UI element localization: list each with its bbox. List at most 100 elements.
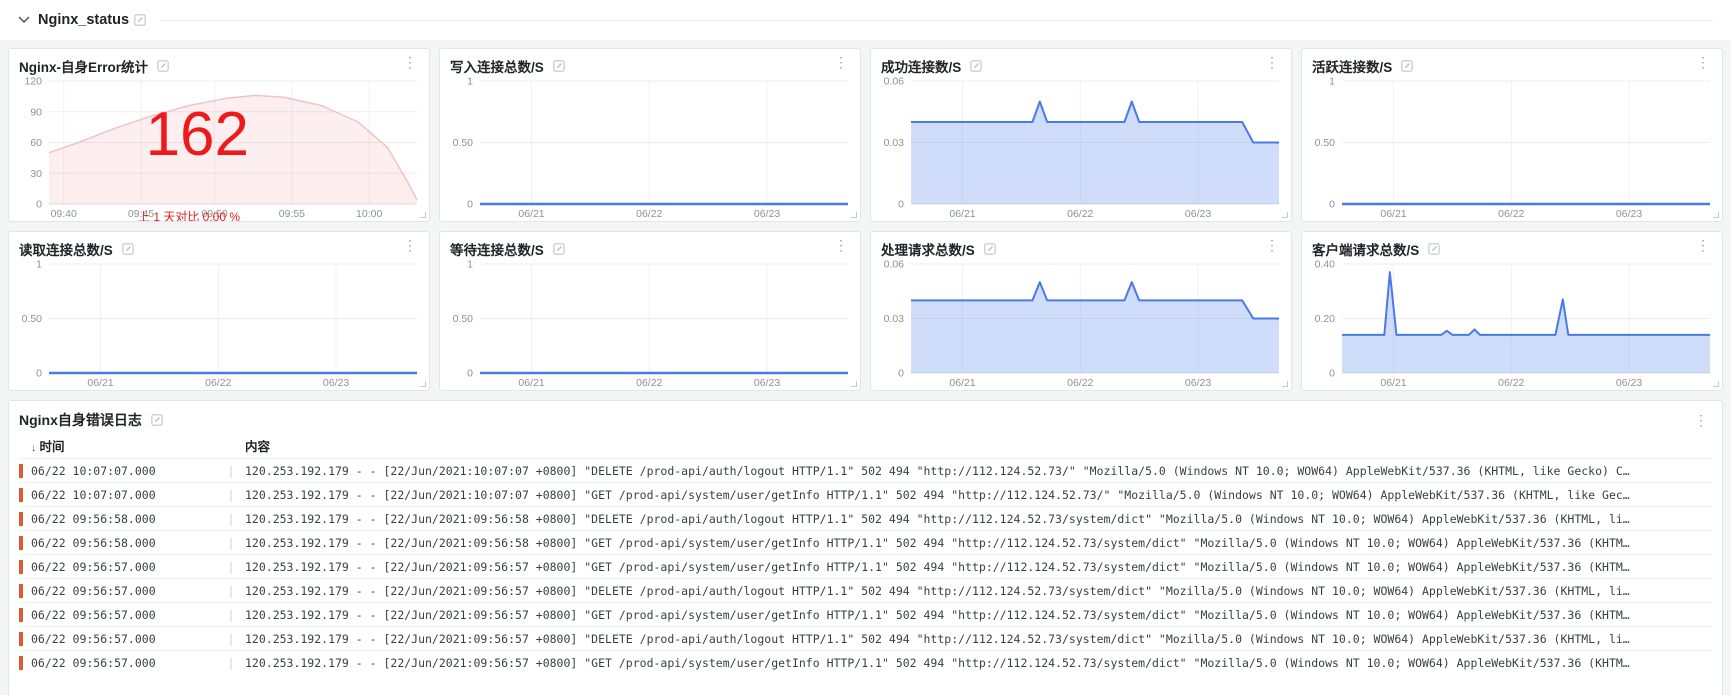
log-separator: |: [225, 656, 237, 670]
panel-menu-icon[interactable]: ⋮: [1692, 56, 1714, 68]
log-row[interactable]: 06/22 09:56:58.000 | 120.253.192.179 - -…: [19, 530, 1712, 554]
edit-icon[interactable]: [134, 14, 146, 26]
chart-area[interactable]: 00.50106/2106/2206/23: [11, 258, 425, 391]
panel-menu-icon[interactable]: ⋮: [830, 56, 852, 68]
svg-text:0: 0: [467, 368, 473, 380]
log-content: 120.253.192.179 - - [22/Jun/2021:09:56:5…: [245, 608, 1712, 622]
svg-text:06/23: 06/23: [754, 377, 780, 389]
log-level-bar: [19, 464, 23, 478]
log-row[interactable]: 06/22 09:56:57.000 | 120.253.192.179 - -…: [19, 650, 1712, 674]
log-separator: |: [225, 464, 237, 478]
resize-handle[interactable]: [1713, 381, 1719, 387]
log-row[interactable]: 06/22 09:56:57.000 | 120.253.192.179 - -…: [19, 578, 1712, 602]
panel-title[interactable]: 成功连接数/S: [881, 56, 982, 76]
panel-menu-icon[interactable]: ⋮: [399, 239, 421, 251]
chart-area[interactable]: 00.030.0606/2106/2206/23: [873, 258, 1287, 391]
edit-icon[interactable]: [122, 243, 134, 255]
log-separator: |: [225, 608, 237, 622]
resize-handle[interactable]: [420, 212, 426, 218]
panel-menu-icon[interactable]: ⋮: [1261, 56, 1283, 68]
svg-text:06/21: 06/21: [949, 377, 975, 389]
chart-area[interactable]: 00.50106/2106/2206/23: [442, 258, 856, 391]
panel-menu-icon[interactable]: ⋮: [1261, 239, 1283, 251]
log-content: 120.253.192.179 - - [22/Jun/2021:09:56:5…: [245, 584, 1712, 598]
chart-area[interactable]: 162上 1 天对比 0.00 %030609012009:4009:4509:…: [11, 75, 425, 222]
panel-title[interactable]: 客户端请求总数/S: [1312, 239, 1440, 259]
edit-icon[interactable]: [553, 243, 565, 255]
resize-handle[interactable]: [1713, 212, 1719, 218]
svg-text:06/23: 06/23: [1185, 377, 1211, 389]
log-level-bar: [19, 560, 23, 574]
chart-svg: 00.50106/2106/2206/23: [442, 75, 856, 221]
chart-area[interactable]: 00.030.0606/2106/2206/23: [873, 75, 1287, 222]
svg-text:06/22: 06/22: [1498, 208, 1524, 220]
svg-text:60: 60: [30, 137, 42, 149]
svg-text:0.06: 0.06: [884, 259, 905, 271]
svg-text:06/21: 06/21: [87, 377, 113, 389]
edit-icon[interactable]: [1428, 243, 1440, 255]
resize-handle[interactable]: [1282, 381, 1288, 387]
chart-panel: 成功连接数/S ⋮ 00.030.0606/2106/2206/23: [870, 48, 1292, 222]
log-row[interactable]: 06/22 10:07:07.000 | 120.253.192.179 - -…: [19, 482, 1712, 506]
log-separator: |: [225, 512, 237, 526]
svg-text:90: 90: [30, 106, 42, 118]
column-header-time[interactable]: ↓时间: [31, 436, 217, 455]
resize-handle[interactable]: [851, 381, 857, 387]
panel-menu-icon[interactable]: ⋮: [1690, 414, 1712, 426]
log-content: 120.253.192.179 - - [22/Jun/2021:09:56:5…: [245, 560, 1712, 574]
chevron-down-icon[interactable]: [18, 16, 30, 24]
chart-area[interactable]: 00.50106/2106/2206/23: [442, 75, 856, 222]
edit-icon[interactable]: [984, 243, 996, 255]
panel-menu-icon[interactable]: ⋮: [399, 56, 421, 68]
panel-menu-icon[interactable]: ⋮: [830, 239, 852, 251]
svg-text:06/23: 06/23: [1185, 208, 1211, 220]
log-separator: |: [225, 488, 237, 502]
svg-text:0.06: 0.06: [884, 76, 905, 88]
resize-handle[interactable]: [851, 212, 857, 218]
log-time: 06/22 09:56:57.000: [31, 656, 217, 670]
edit-icon[interactable]: [970, 60, 982, 72]
log-level-bar: [19, 656, 23, 670]
edit-icon[interactable]: [553, 60, 565, 72]
row-title[interactable]: Nginx_status: [38, 12, 129, 28]
edit-icon[interactable]: [157, 60, 169, 72]
edit-icon[interactable]: [1401, 60, 1413, 72]
svg-text:0: 0: [467, 199, 473, 211]
chart-area[interactable]: 00.200.4006/2106/2206/23: [1304, 258, 1718, 391]
panel-title-text: 活跃连接数/S: [1312, 56, 1392, 76]
log-row[interactable]: 06/22 09:56:57.000 | 120.253.192.179 - -…: [19, 554, 1712, 578]
chart-area[interactable]: 00.50106/2106/2206/23: [1304, 75, 1718, 222]
panel-title[interactable]: 处理请求总数/S: [881, 239, 996, 259]
svg-text:06/23: 06/23: [1616, 377, 1642, 389]
log-content: 120.253.192.179 - - [22/Jun/2021:09:56:5…: [245, 656, 1712, 670]
edit-icon[interactable]: [151, 414, 163, 426]
log-panel-title[interactable]: Nginx自身错误日志: [19, 410, 163, 430]
svg-text:06/22: 06/22: [1498, 377, 1524, 389]
panel-title[interactable]: 活跃连接数/S: [1312, 56, 1413, 76]
sort-descending-icon[interactable]: ↓: [31, 442, 37, 454]
log-content: 120.253.192.179 - - [22/Jun/2021:09:56:5…: [245, 512, 1712, 526]
dashboard-row-header: Nginx_status: [0, 0, 1731, 40]
svg-text:06/22: 06/22: [1067, 208, 1093, 220]
svg-text:09:40: 09:40: [51, 208, 77, 220]
chart-svg: 00.50106/2106/2206/23: [1304, 75, 1718, 221]
panel-title[interactable]: 写入连接总数/S: [450, 56, 565, 76]
panel-menu-icon[interactable]: ⋮: [1692, 239, 1714, 251]
svg-text:09:55: 09:55: [279, 208, 305, 220]
panel-title[interactable]: Nginx-自身Error统计: [19, 56, 169, 76]
svg-text:0.50: 0.50: [22, 313, 43, 325]
log-row[interactable]: 06/22 09:56:57.000 | 120.253.192.179 - -…: [19, 626, 1712, 650]
chart-panel: 写入连接总数/S ⋮ 00.50106/2106/2206/23: [439, 48, 861, 222]
resize-handle[interactable]: [1282, 212, 1288, 218]
log-separator: |: [225, 536, 237, 550]
log-row[interactable]: 06/22 10:07:07.000 | 120.253.192.179 - -…: [19, 458, 1712, 482]
log-separator: |: [225, 560, 237, 574]
panel-title[interactable]: 等待连接总数/S: [450, 239, 565, 259]
log-row[interactable]: 06/22 09:56:57.000 | 120.253.192.179 - -…: [19, 602, 1712, 626]
log-content: 120.253.192.179 - - [22/Jun/2021:09:56:5…: [245, 536, 1712, 550]
log-row[interactable]: 06/22 09:56:58.000 | 120.253.192.179 - -…: [19, 506, 1712, 530]
log-table-header: ↓时间 内容: [19, 432, 1712, 458]
resize-handle[interactable]: [420, 381, 426, 387]
panel-title[interactable]: 读取连接总数/S: [19, 239, 134, 259]
big-number: 162: [146, 104, 249, 166]
